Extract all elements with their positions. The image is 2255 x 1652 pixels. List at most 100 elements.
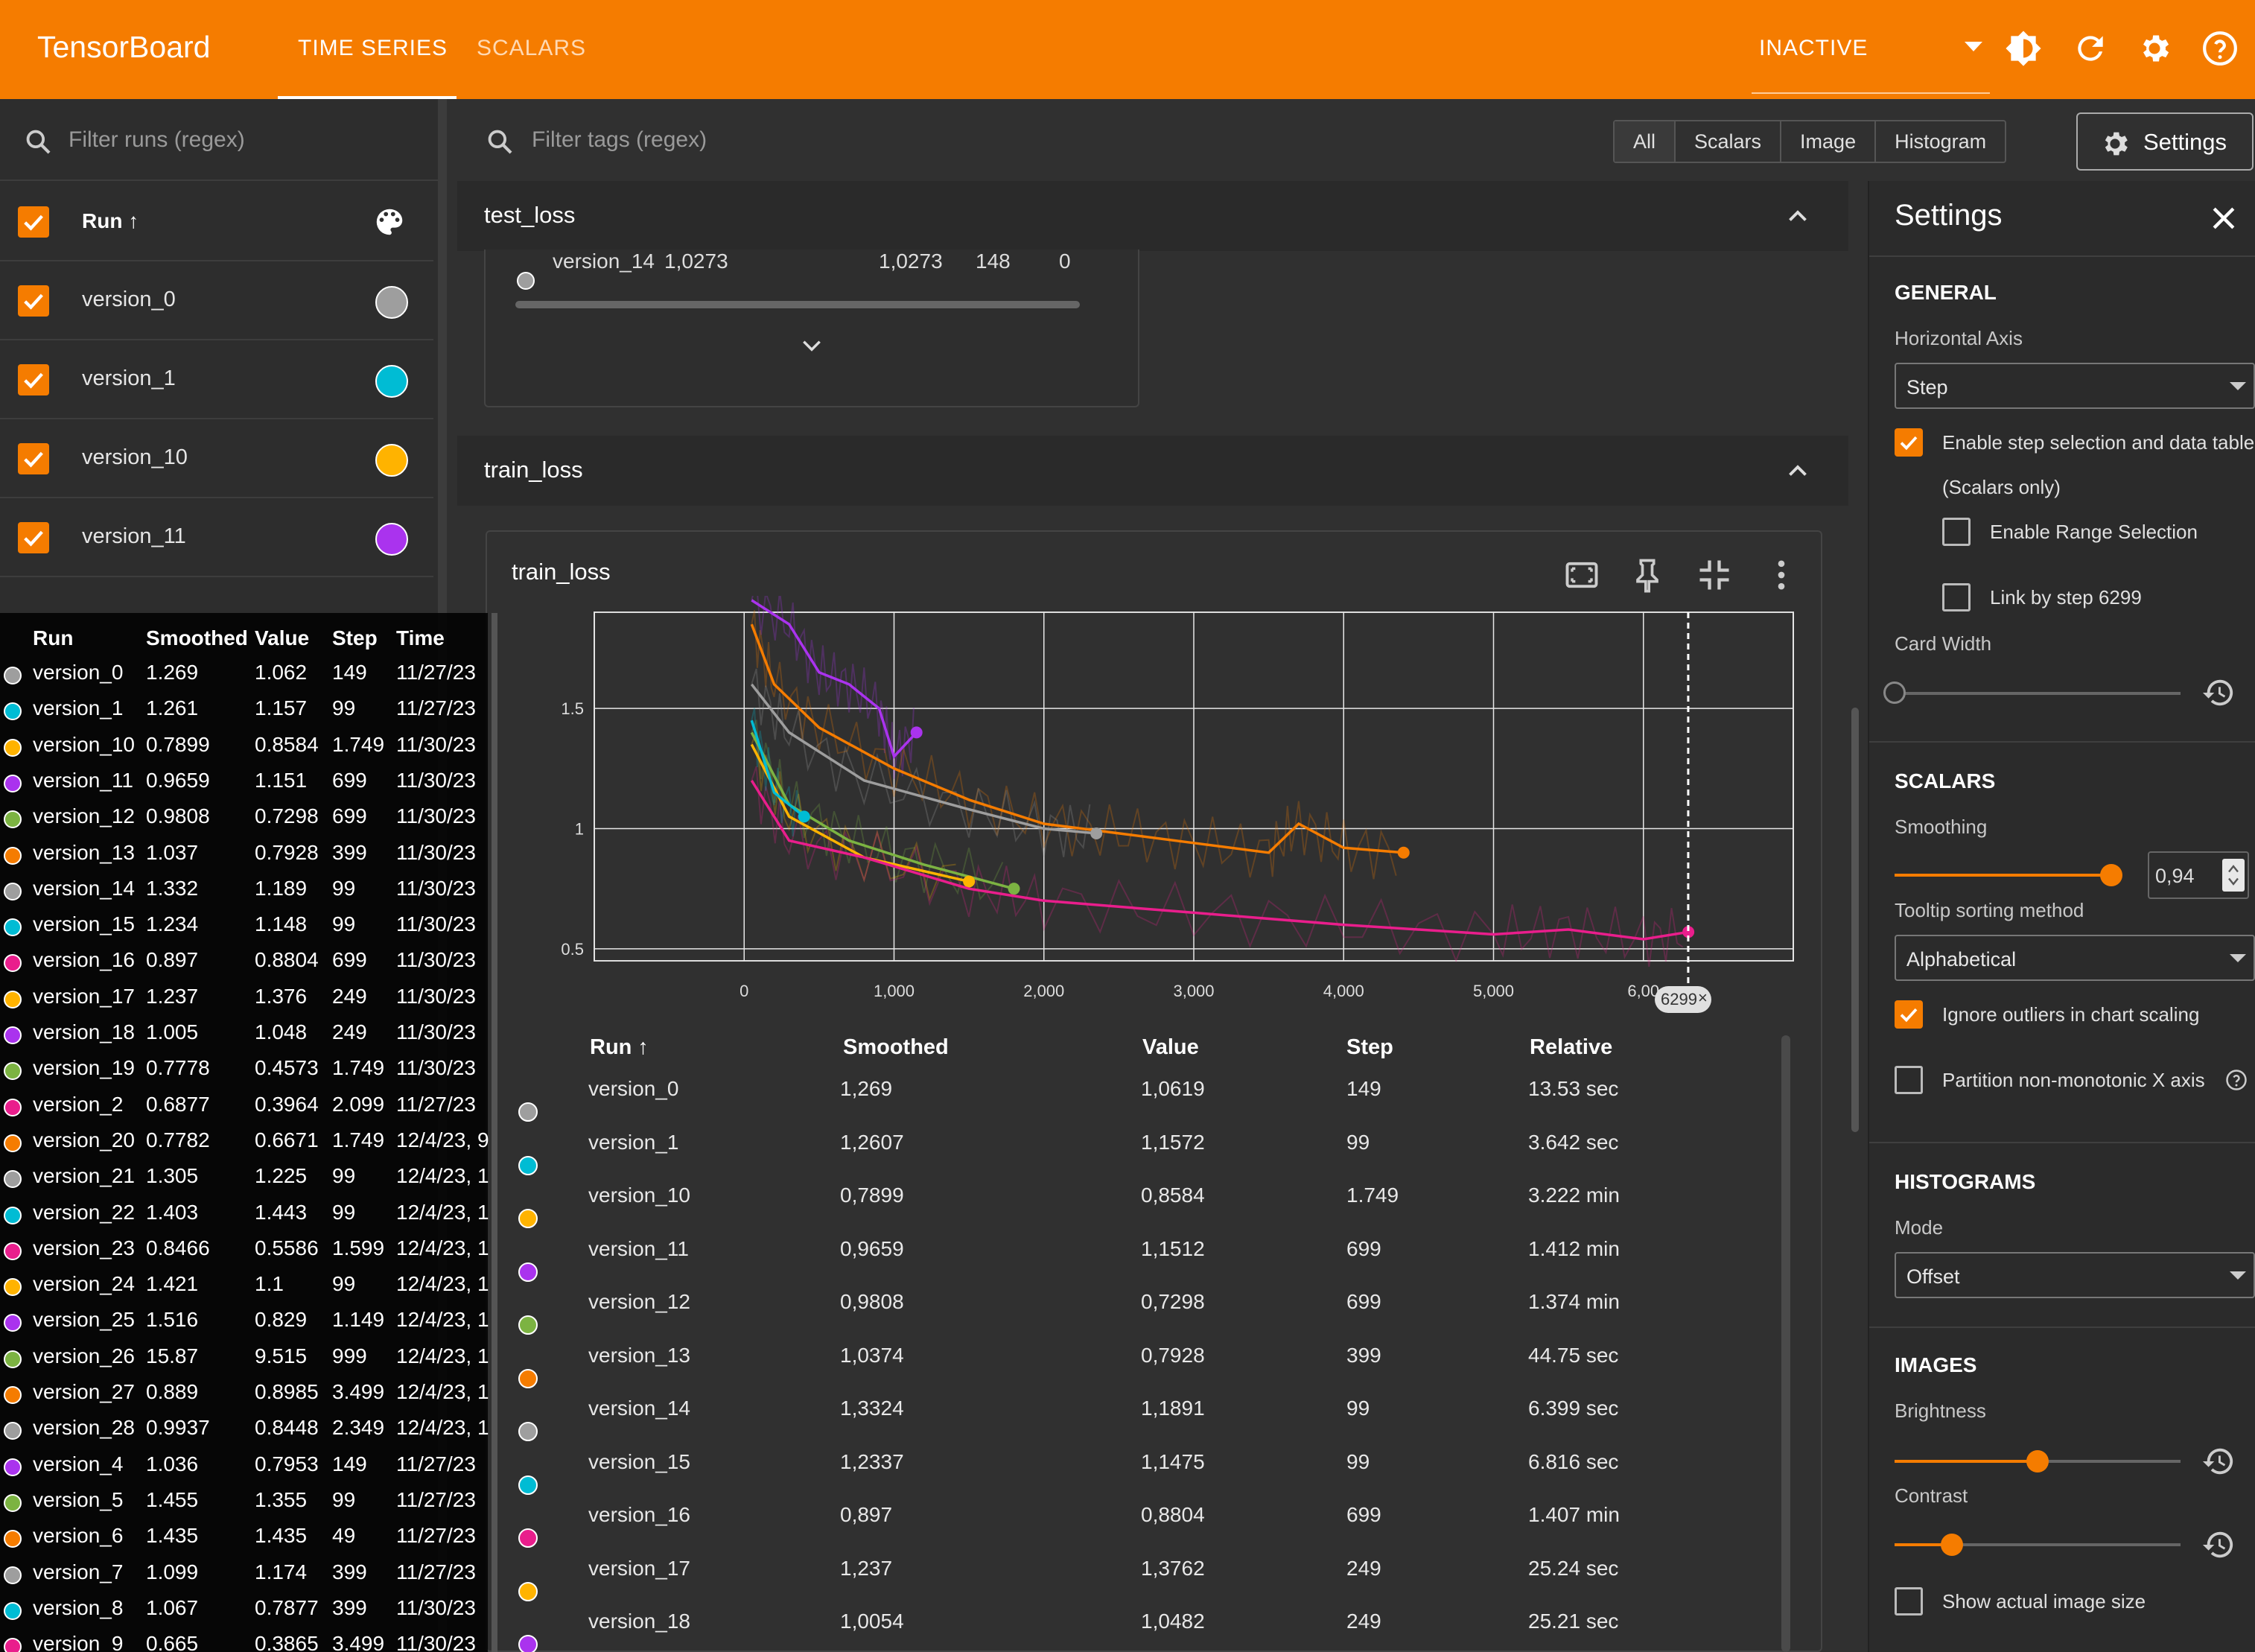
cell-step: 149 — [1346, 1077, 1381, 1100]
partition-checkbox[interactable] — [1895, 1066, 1923, 1094]
refresh-icon[interactable] — [2072, 30, 2109, 67]
link-by-step-checkbox[interactable] — [1942, 583, 1971, 611]
enable-step-selection-checkbox[interactable] — [1895, 428, 1923, 457]
fullscreen-exit-icon[interactable] — [1695, 556, 1734, 594]
run-row[interactable]: version_11 — [0, 498, 433, 577]
tooltip-time: 12/4/23, 1 — [396, 1416, 489, 1440]
cell-value: 1,1475 — [1141, 1449, 1205, 1473]
reset-icon[interactable] — [2201, 676, 2236, 710]
show-actual-size-checkbox[interactable] — [1895, 1587, 1923, 1616]
card-width-label: Card Width — [1895, 632, 1992, 655]
table-header-relative[interactable]: Relative — [1530, 1035, 1612, 1060]
tooltip-step: 249 — [332, 984, 367, 1008]
reset-icon[interactable] — [2201, 1528, 2236, 1562]
cell-run: version_1 — [588, 1130, 679, 1154]
run-color-dot — [4, 1386, 22, 1404]
runs-sort-header[interactable]: Run ↑ — [82, 209, 139, 233]
run-color-dot — [518, 1102, 538, 1122]
collapse-icon[interactable] — [1784, 458, 1811, 485]
tab-scalars[interactable]: SCALARS — [477, 36, 586, 61]
runs-filter[interactable]: Filter runs (regex) — [0, 99, 438, 181]
run-color-swatch[interactable] — [375, 365, 408, 398]
enable-range-selection-checkbox[interactable] — [1942, 518, 1971, 546]
close-icon[interactable] — [2207, 202, 2240, 235]
tooltip-smoothed: 1.261 — [146, 696, 199, 720]
cell-step: 249 — [1346, 1556, 1381, 1580]
tooltip-time: 11/30/23 — [396, 948, 476, 972]
runs-filter-input[interactable]: Filter runs (regex) — [69, 127, 245, 153]
table-header-smoothed[interactable]: Smoothed — [843, 1035, 949, 1060]
run-row[interactable]: version_10 — [0, 419, 433, 498]
more-vert-icon[interactable] — [1762, 556, 1801, 594]
horizontal-axis-select[interactable]: Step — [1895, 363, 2255, 409]
smoothing-slider-thumb[interactable] — [2100, 864, 2122, 886]
help-icon[interactable] — [2225, 1069, 2248, 1091]
reset-icon[interactable] — [2201, 1444, 2236, 1478]
run-checkbox[interactable] — [18, 364, 49, 395]
card-width-slider[interactable] — [1895, 692, 2181, 695]
run-color-dot — [4, 1242, 22, 1260]
run-checkbox[interactable] — [18, 522, 49, 553]
tooltip-value: 1.189 — [255, 876, 308, 900]
table-header-step[interactable]: Step — [1346, 1035, 1393, 1060]
table-header-run[interactable]: Run ↑ — [590, 1035, 649, 1060]
run-row[interactable]: version_1 — [0, 340, 433, 419]
tab-time-series[interactable]: TIME SERIES — [298, 36, 448, 61]
chip-all[interactable]: All — [1615, 121, 1676, 162]
x-tick-label: 2,000 — [1023, 982, 1064, 1000]
tags-filter-input[interactable]: Filter tags (regex) — [532, 127, 707, 153]
help-icon[interactable] — [2201, 30, 2239, 67]
select-all-checkbox[interactable] — [18, 206, 49, 238]
tooltip-row: version_1 1.261 1.157 99 11/27/23 — [0, 696, 488, 732]
main-scrollbar[interactable] — [1851, 708, 1859, 1132]
plugin-select[interactable]: INACTIVE — [1759, 36, 1868, 61]
run-checkbox[interactable] — [18, 285, 49, 317]
stepper-arrows-icon — [2228, 865, 2239, 886]
pin-icon[interactable] — [1628, 556, 1667, 594]
run-color-swatch[interactable] — [375, 523, 408, 556]
dropdown-arrow-icon[interactable] — [1965, 42, 1982, 52]
tooltip-row: version_20 0.7782 0.6671 1.749 12/4/23, 9 — [0, 1128, 489, 1164]
cell-smoothed: 0,7899 — [840, 1184, 904, 1207]
expand-more-icon[interactable] — [800, 337, 824, 354]
table-scrollbar[interactable] — [1781, 1035, 1790, 1652]
brightness-slider-thumb[interactable] — [2026, 1450, 2049, 1472]
tooltip-step: 399 — [332, 840, 367, 864]
chip-scalars[interactable]: Scalars — [1676, 121, 1782, 162]
y-tick-label: 1.5 — [561, 699, 584, 718]
palette-icon[interactable] — [372, 205, 407, 239]
test-loss-section-header[interactable]: test_loss — [457, 181, 1848, 251]
settings-button[interactable]: Settings — [2076, 112, 2254, 171]
histogram-mode-select[interactable]: Offset — [1895, 1252, 2255, 1298]
chip-image[interactable]: Image — [1781, 121, 1877, 162]
close-icon[interactable]: × — [1698, 988, 1708, 1008]
number-stepper[interactable] — [2222, 859, 2245, 892]
theme-toggle-icon[interactable] — [2005, 30, 2042, 67]
tooltip-sort-select[interactable]: Alphabetical — [1895, 935, 2255, 981]
tooltip-run: version_0 — [33, 661, 124, 684]
run-checkbox[interactable] — [18, 443, 49, 474]
train-loss-chart[interactable]: 0 1,000 2,000 3,000 4,000 5,000 6,000.511.5 — [492, 596, 1802, 1013]
run-row[interactable]: version_0 — [0, 261, 433, 340]
run-color-swatch[interactable] — [375, 286, 408, 319]
chip-histogram[interactable]: Histogram — [1876, 121, 2005, 162]
tooltip-row: version_9 0.665 0.3865 3.499 11/30/23 — [0, 1632, 488, 1652]
fit-domain-icon[interactable] — [1562, 556, 1601, 594]
step-marker-chip[interactable]: 6299 × — [1655, 986, 1711, 1013]
run-color-swatch[interactable] — [375, 444, 408, 477]
train-loss-section-header[interactable]: train_loss — [457, 436, 1848, 506]
table-header-value[interactable]: Value — [1142, 1035, 1199, 1060]
card-width-slider-thumb[interactable] — [1883, 682, 1906, 704]
tooltip-header-smoothed: Smoothed — [146, 626, 248, 649]
tooltip-smoothed: 1.037 — [146, 840, 199, 864]
tooltip-time: 12/4/23, 9 — [396, 1128, 489, 1151]
contrast-slider-thumb[interactable] — [1940, 1534, 1963, 1556]
collapse-icon[interactable] — [1784, 203, 1811, 230]
ignore-outliers-checkbox[interactable] — [1895, 1000, 1923, 1029]
horizontal-scrollbar[interactable] — [515, 301, 1080, 308]
tooltip-time: 11/27/23 — [396, 1487, 476, 1511]
tooltip-time: 11/30/23 — [396, 1595, 476, 1619]
smoothing-input[interactable]: 0,94 — [2148, 851, 2249, 899]
tooltip-smoothed: 0.665 — [146, 1632, 199, 1652]
gear-icon[interactable] — [2136, 30, 2173, 67]
